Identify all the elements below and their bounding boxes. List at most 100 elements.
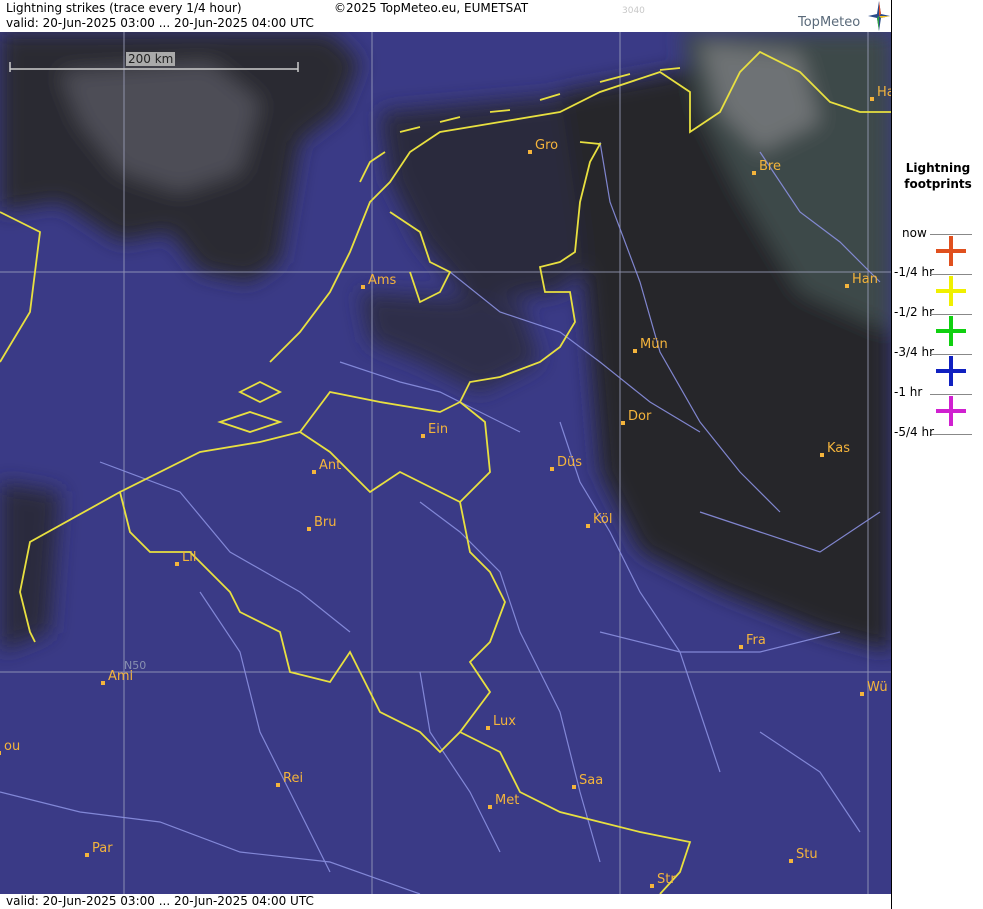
city-marker-icon bbox=[870, 97, 874, 101]
map-title: Lightning strikes (trace every 1/4 hour) bbox=[6, 1, 242, 15]
city-marker-icon bbox=[488, 805, 492, 809]
map-footer: valid: 20-Jun-2025 03:00 ... 20-Jun-2025… bbox=[0, 894, 891, 909]
city-label-bru: Bru bbox=[307, 515, 337, 531]
city-name: Lil bbox=[182, 550, 197, 565]
city-marker-icon bbox=[528, 150, 532, 154]
city-name: Mün bbox=[640, 337, 668, 352]
map-header: Lightning strikes (trace every 1/4 hour)… bbox=[0, 0, 891, 32]
lightning-cross-icon bbox=[936, 276, 966, 306]
legend-time-label: now bbox=[902, 226, 927, 240]
city-marker-icon bbox=[421, 434, 425, 438]
city-label-met: Met bbox=[488, 793, 520, 809]
city-marker-icon bbox=[276, 783, 280, 787]
topmeteo-logo-text[interactable]: TopMeteo bbox=[798, 15, 860, 30]
city-marker-icon bbox=[0, 751, 1, 755]
city-label-stu: Stu bbox=[789, 847, 818, 863]
legend-tick bbox=[930, 274, 972, 275]
city-name: Ami bbox=[108, 669, 134, 684]
city-name: Par bbox=[92, 841, 113, 856]
city-marker-icon bbox=[307, 527, 311, 531]
legend-panel: Lightning footprints now -1/4 hr -1/2 hr -3… bbox=[891, 0, 983, 909]
city-marker-icon bbox=[85, 853, 89, 857]
city-label-bou: ou bbox=[0, 739, 21, 755]
city-name: Dor bbox=[628, 409, 652, 424]
city-marker-icon bbox=[586, 524, 590, 528]
city-name: Han bbox=[852, 272, 878, 287]
city-label-kas: Kas bbox=[820, 441, 851, 457]
city-label-fra: Fra bbox=[739, 633, 766, 649]
legend-tick bbox=[930, 314, 972, 315]
copyright-notice: ©2025 TopMeteo.eu, EUMETSAT bbox=[334, 1, 529, 15]
city-marker-icon bbox=[845, 284, 849, 288]
city-marker-icon bbox=[572, 785, 576, 789]
city-marker-icon bbox=[175, 562, 179, 566]
city-name: Köl bbox=[593, 512, 613, 527]
city-marker-icon bbox=[633, 349, 637, 353]
city-label-dor: Dor bbox=[621, 409, 652, 425]
lightning-map[interactable]: 200 km N50 Ha Gro Bre Ams Han Mün Dor Ein Ant Düs… bbox=[0, 32, 891, 894]
city-name: Str bbox=[657, 872, 676, 887]
city-name: Bru bbox=[314, 515, 337, 530]
valid-time-bottom: valid: 20-Jun-2025 03:00 ... 20-Jun-2025… bbox=[6, 894, 314, 908]
lightning-cross-icon bbox=[936, 236, 966, 266]
city-label-dus: Düs bbox=[550, 455, 583, 471]
city-name: Ein bbox=[428, 422, 449, 437]
city-label-bre: Bre bbox=[752, 159, 781, 175]
city-name: Stu bbox=[796, 847, 818, 862]
city-name: Wü bbox=[867, 680, 888, 695]
city-name: Ant bbox=[319, 458, 342, 473]
city-marker-icon bbox=[752, 171, 756, 175]
city-name: Rei bbox=[283, 771, 304, 786]
city-label-lux: Lux bbox=[486, 714, 516, 730]
city-marker-icon bbox=[739, 645, 743, 649]
legend-tick bbox=[930, 354, 972, 355]
valid-time-top: valid: 20-Jun-2025 03:00 ... 20-Jun-2025… bbox=[6, 16, 314, 30]
city-name: Saa bbox=[579, 773, 604, 788]
city-marker-icon bbox=[860, 692, 864, 696]
legend-title: Lightning footprints bbox=[904, 161, 972, 191]
city-label-saa: Saa bbox=[572, 773, 604, 789]
city-label-ami: Ami bbox=[101, 669, 134, 685]
city-marker-icon bbox=[650, 884, 654, 888]
city-name: Düs bbox=[557, 455, 583, 470]
legend-row: -1/2 hr bbox=[892, 266, 983, 319]
city-marker-icon bbox=[312, 470, 316, 474]
city-label-mun: Mün bbox=[633, 337, 668, 353]
city-name: Fra bbox=[746, 633, 766, 648]
legend-tick bbox=[930, 234, 972, 235]
lightning-cross-icon bbox=[936, 356, 966, 386]
city-marker-icon bbox=[486, 726, 490, 730]
topmeteo-logo-icon[interactable] bbox=[868, 1, 890, 31]
city-label-kol: Köl bbox=[586, 512, 613, 528]
city-label-str: Str bbox=[650, 872, 676, 888]
city-marker-icon bbox=[361, 285, 365, 289]
city-name: Met bbox=[495, 793, 520, 808]
city-name: Bre bbox=[759, 159, 781, 174]
lightning-cross-icon bbox=[936, 316, 966, 346]
city-label-ham: Ha bbox=[870, 85, 891, 101]
city-marker-icon bbox=[621, 421, 625, 425]
city-name: Ha bbox=[877, 85, 891, 100]
lightning-cross-icon bbox=[936, 396, 966, 426]
legend-tick bbox=[930, 394, 972, 395]
city-name: Kas bbox=[827, 441, 851, 456]
map-code: 3040 bbox=[622, 6, 645, 16]
legend-tick bbox=[930, 434, 972, 435]
city-label-gro: Gro bbox=[528, 138, 559, 154]
city-marker-icon bbox=[820, 453, 824, 457]
city-label-wur: Wü bbox=[860, 680, 888, 696]
city-label-par: Par bbox=[85, 841, 113, 857]
city-label-han: Han bbox=[845, 272, 878, 288]
legend-row: -5/4 hr bbox=[892, 386, 983, 439]
city-label-ant: Ant bbox=[312, 458, 342, 474]
city-label-ams: Ams bbox=[361, 273, 396, 289]
city-marker-icon bbox=[789, 859, 793, 863]
city-marker-icon bbox=[101, 681, 105, 685]
legend-time-label: -5/4 hr bbox=[894, 425, 934, 439]
city-name: ou bbox=[4, 739, 21, 754]
legend-row: -3/4 hr bbox=[892, 306, 983, 359]
city-marker-icon bbox=[550, 467, 554, 471]
city-label-lil: Lil bbox=[175, 550, 197, 566]
city-name: Gro bbox=[535, 138, 559, 153]
city-label-rei: Rei bbox=[276, 771, 304, 787]
